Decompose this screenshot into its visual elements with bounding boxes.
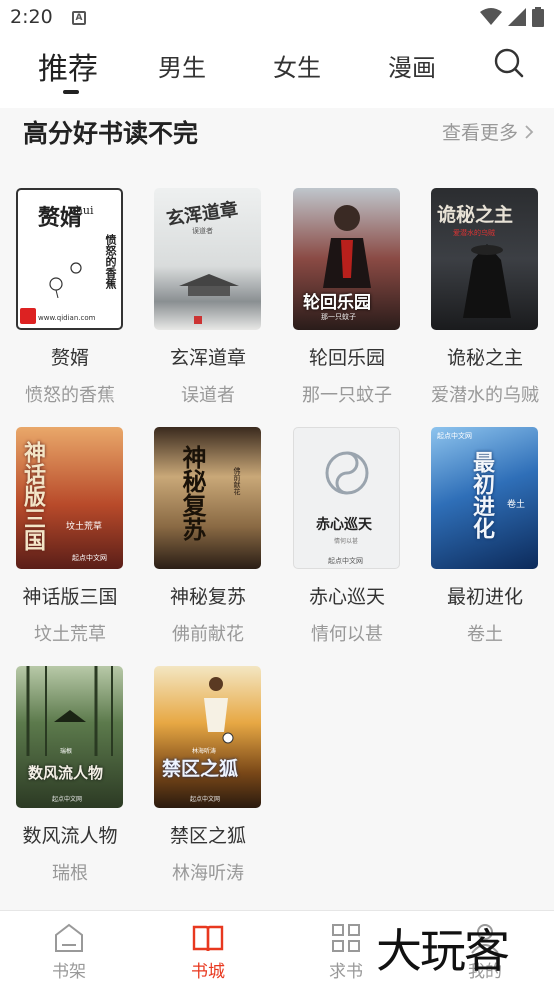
book-title: 神话版三国: [22, 586, 118, 608]
search-icon[interactable]: [494, 48, 524, 78]
cover-author: 佛前献花: [233, 467, 241, 495]
cover-title: 轮回乐园: [303, 293, 371, 313]
book-author: 爱潜水的乌贼: [431, 385, 539, 406]
see-more-label: 查看更多: [441, 122, 518, 144]
book-title: 赘婿: [50, 347, 89, 369]
cover-title: 诡秘之主: [437, 204, 514, 226]
book-title: 神秘复苏: [169, 586, 246, 608]
cover-site: 起点中文网: [190, 796, 221, 803]
soccer-player-illustration: [204, 677, 234, 744]
flower-illustration: [49, 262, 82, 298]
cover-author: 林海听涛: [192, 748, 217, 755]
nav-bookstore[interactable]: 书城: [168, 921, 248, 982]
status-time: 2:20: [10, 6, 53, 28]
bookshelf-icon: [55, 923, 83, 952]
book-author: 卷土: [467, 624, 503, 645]
cover-author: 愤怒的香蕉: [104, 234, 117, 289]
nav-request-book[interactable]: 求书: [306, 921, 386, 982]
bamboo-forest-illustration: [26, 666, 113, 756]
cover-author: 爱潜水的乌贼: [453, 229, 495, 237]
cloaked-figure-illustration: [463, 244, 511, 318]
grid-icon: [332, 924, 360, 952]
a-notification-icon: A: [72, 11, 86, 25]
book-cover[interactable]: 赘婿 zhui 愤怒的香蕉 www.qidian.com: [16, 188, 123, 330]
top-tab-bar: 推荐 男生 女生 漫画: [0, 36, 554, 108]
cover-title: 数风流人物: [28, 764, 104, 782]
cover-subtitle: zhui: [70, 204, 94, 217]
tab-indicator: [63, 90, 79, 94]
cover-site: 起点中文网: [72, 554, 107, 562]
book-author: 误道者: [181, 385, 235, 406]
cover-author: 误道者: [192, 227, 213, 235]
book-author: 瑞根: [52, 863, 88, 884]
see-more-link[interactable]: 查看更多: [442, 118, 534, 145]
cover-author: 坟土荒草: [66, 522, 103, 532]
cover-author: 瑞根: [60, 748, 73, 755]
qidian-logo: [194, 316, 202, 324]
cover-title: 赤心巡天: [316, 517, 372, 533]
open-book-icon: [192, 925, 224, 952]
battery-icon: [532, 7, 544, 27]
cover-author: 卷土: [507, 500, 526, 510]
cover-site: 起点中文网: [437, 432, 472, 440]
book-cover[interactable]: 神话版三国 坟土荒草 起点中文网: [16, 427, 123, 569]
book-cover[interactable]: 瑞根 数风流人物 起点中文网: [16, 666, 123, 808]
cover-author: 那一只蚊子: [321, 313, 356, 321]
book-cover[interactable]: 诡秘之主 爱潜水的乌贼: [431, 188, 538, 330]
section-title: 高分好书读不完: [23, 119, 199, 148]
cover-site: www.qidian.com: [38, 314, 96, 322]
status-icons: [480, 6, 544, 28]
tab-male[interactable]: 男生: [158, 48, 206, 83]
signal-icon: [508, 8, 526, 26]
cover-site: 起点中文网: [328, 557, 363, 565]
nav-bookshelf-label: 书架: [52, 962, 86, 982]
book-cover[interactable]: 玄浑道章 误道者: [154, 188, 261, 330]
book-author: 坟土荒草: [34, 624, 106, 645]
character-illustration: [323, 205, 371, 288]
tab-female[interactable]: 女生: [273, 48, 321, 83]
tab-recommend[interactable]: 推荐: [38, 44, 98, 88]
cover-site: 起点中文网: [52, 796, 83, 803]
book-title: 玄浑道章: [169, 347, 246, 369]
book-title: 禁区之狐: [169, 825, 246, 847]
book-cover[interactable]: 禁区之狐 林海听涛 起点中文网: [154, 666, 261, 808]
book-cover[interactable]: 赤心巡天 情何以甚 起点中文网: [293, 427, 400, 569]
qidian-logo: [20, 308, 36, 324]
book-cover[interactable]: 轮回乐园 那一只蚊子: [293, 188, 400, 330]
book-cover[interactable]: 神秘复苏 佛前献花: [154, 427, 261, 569]
tab-comics[interactable]: 漫画: [388, 48, 436, 83]
wifi-icon: [480, 8, 502, 25]
chevron-right-icon: [525, 124, 534, 139]
book-title: 轮回乐园: [308, 347, 385, 369]
book-author: 那一只蚊子: [302, 385, 392, 406]
nav-bookshelf[interactable]: 书架: [29, 921, 109, 982]
book-author: 愤怒的香蕉: [25, 385, 115, 406]
yin-yang-emblem-icon: [325, 451, 369, 495]
status-bar: 2:20 A: [0, 0, 554, 36]
book-title: 最初进化: [446, 586, 523, 608]
cover-title: 禁区之狐: [162, 758, 239, 780]
cover-title: 神话版三国: [20, 441, 46, 551]
book-author: 情何以甚: [311, 624, 383, 645]
nav-bookstore-label: 书城: [191, 962, 225, 982]
book-title: 诡秘之主: [446, 347, 523, 369]
nav-request-book-label: 求书: [329, 962, 363, 982]
book-author: 佛前献花: [172, 624, 244, 645]
book-title: 数风流人物: [22, 825, 118, 847]
book-cover[interactable]: 起点中文网 最初进化 卷土: [431, 427, 538, 569]
cover-title: 最初进化: [469, 451, 495, 539]
cover-title: 神秘复苏: [178, 445, 207, 541]
cover-author: 情何以甚: [334, 538, 359, 545]
temple-illustration: [179, 274, 239, 296]
watermark: 大玩客: [376, 924, 510, 978]
book-title: 赤心巡天: [308, 586, 385, 608]
bookstore-content: 高分好书读不完 查看更多 赘婿 zhui 愤怒的香蕉 www.qidian.co…: [0, 108, 554, 910]
book-author: 林海听涛: [172, 863, 244, 884]
